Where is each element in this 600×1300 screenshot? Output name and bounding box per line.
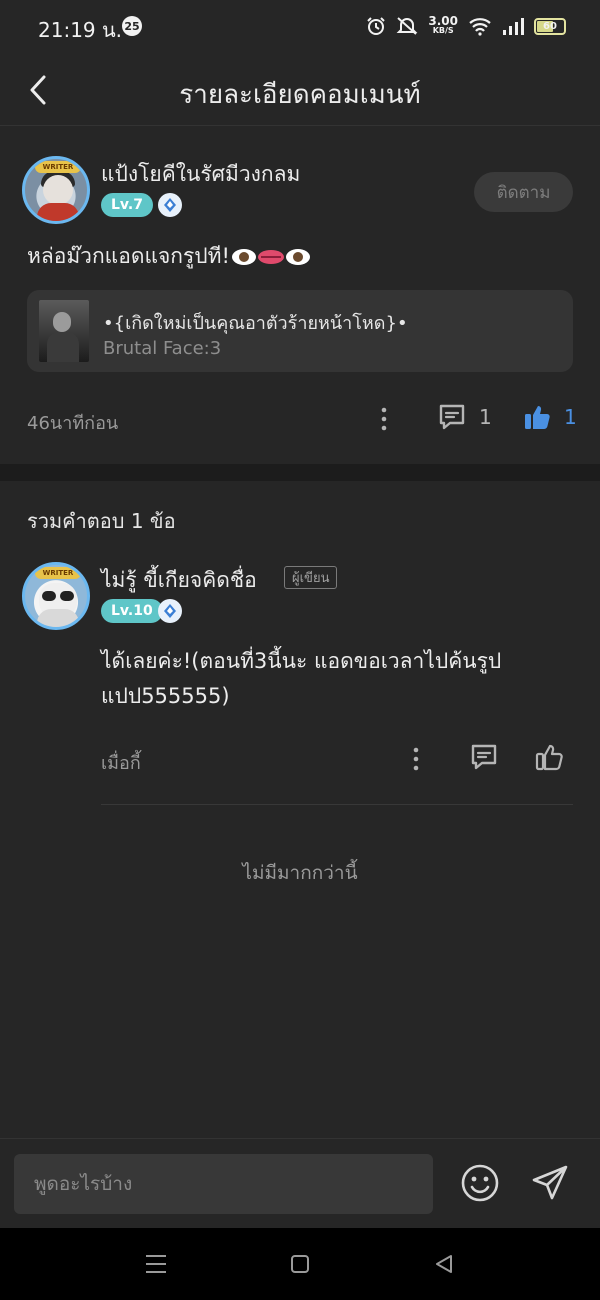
like-button[interactable]: 1	[522, 402, 577, 432]
comment-detail-screen: 21:19 น. 25 3.00 KB/S 60 รายละเอียดคอมเม…	[0, 0, 600, 1228]
comment-time: 46นาทีก่อน	[27, 413, 119, 434]
avatar[interactable]: WRITER	[22, 156, 90, 224]
eye-emoji-icon	[231, 248, 256, 265]
comment-input-bar: พูดอะไรบ้าง	[0, 1138, 600, 1228]
comment-icon	[439, 404, 465, 430]
reply-text: ได้เลยค่ะ!(ตอนที่3นี้นะ แอดขอเวลาไปค้นรู…	[101, 649, 502, 708]
comment-text-body: หล่อม๊วกแอดแจกรูปที!	[27, 244, 230, 268]
author-tag: ผู้เขียน	[284, 566, 338, 589]
home-button[interactable]	[280, 1246, 320, 1282]
section-divider	[0, 464, 600, 481]
more-options-button[interactable]	[374, 404, 394, 434]
replies-header: รวมคำตอบ 1 ข้อ	[27, 509, 176, 533]
reply-like-button[interactable]	[534, 742, 564, 772]
story-card[interactable]: •{เกิดใหม่เป็นคุณอาตัวร้ายหน้าโหด}• Brut…	[27, 290, 573, 372]
diamond-icon	[158, 599, 182, 623]
smiley-icon	[461, 1164, 499, 1202]
back-nav-button[interactable]	[424, 1246, 464, 1282]
comment-text: หล่อม๊วกแอดแจกรูปที!	[27, 240, 310, 273]
story-cover-image	[39, 300, 89, 362]
send-icon	[532, 1165, 568, 1200]
reply-time: เมื่อกี้	[101, 753, 141, 774]
more-vertical-icon	[381, 407, 387, 431]
wifi-icon	[469, 18, 491, 36]
battery-icon: 60	[534, 17, 566, 35]
comment-icon	[471, 744, 497, 770]
send-button[interactable]	[528, 1161, 572, 1205]
header: รายละเอียดคอมเมนท์	[0, 54, 600, 126]
menu-icon	[146, 1255, 166, 1273]
reply-more-options-button[interactable]	[406, 744, 426, 774]
reply-count: 1	[479, 405, 492, 429]
net-speed: 3.00 KB/S	[428, 14, 458, 36]
signal-icon	[503, 18, 524, 35]
eye-emoji-icon	[285, 248, 310, 265]
net-speed-unit: KB/S	[432, 26, 454, 35]
story-title: •{เกิดใหม่เป็นคุณอาตัวร้ายหน้าโหด}•	[103, 313, 408, 334]
triangle-back-icon	[436, 1255, 452, 1273]
diamond-icon	[158, 193, 182, 217]
page-title: รายละเอียดคอมเมนท์	[179, 80, 421, 110]
comment-username[interactable]: แป้งโยคีในรัศมีวงกลม	[101, 158, 300, 191]
system-nav-bar	[0, 1228, 600, 1300]
status-time: 21:19 น.	[38, 18, 123, 42]
battery-level: 60	[543, 20, 557, 32]
like-count: 1	[564, 405, 577, 429]
status-bar: 21:19 น. 25 3.00 KB/S 60	[0, 0, 600, 54]
thumbs-up-icon	[535, 744, 563, 771]
no-more-label: ไม่มีมากกว่านี้	[242, 862, 358, 884]
net-speed-value: 3.00	[428, 14, 458, 28]
notification-count-badge: 25	[122, 16, 142, 36]
status-icons: 3.00 KB/S 60	[366, 12, 566, 40]
reply-username[interactable]: ไม่รู้ ขี้เกียจคิดชื่อ	[101, 564, 257, 597]
mute-icon	[396, 17, 418, 35]
reply-comment-button[interactable]	[469, 742, 499, 772]
thumbs-up-filled-icon	[525, 406, 550, 429]
comment-input[interactable]: พูดอะไรบ้าง	[14, 1154, 433, 1214]
emoji-button[interactable]	[458, 1161, 502, 1205]
alarm-icon	[367, 17, 386, 35]
lips-emoji-icon	[257, 249, 284, 264]
recents-button[interactable]	[136, 1246, 176, 1282]
story-subtitle: Brutal Face:3	[103, 338, 222, 359]
avatar[interactable]: WRITER	[22, 562, 90, 630]
level-badge: Lv.7	[101, 193, 153, 217]
level-badge: Lv.10	[101, 599, 163, 623]
reply-divider	[101, 804, 573, 805]
home-square-icon	[291, 1255, 309, 1273]
follow-button[interactable]: ติดตาม	[474, 172, 573, 212]
more-vertical-icon	[413, 747, 419, 771]
reply-button[interactable]: 1	[437, 402, 492, 432]
